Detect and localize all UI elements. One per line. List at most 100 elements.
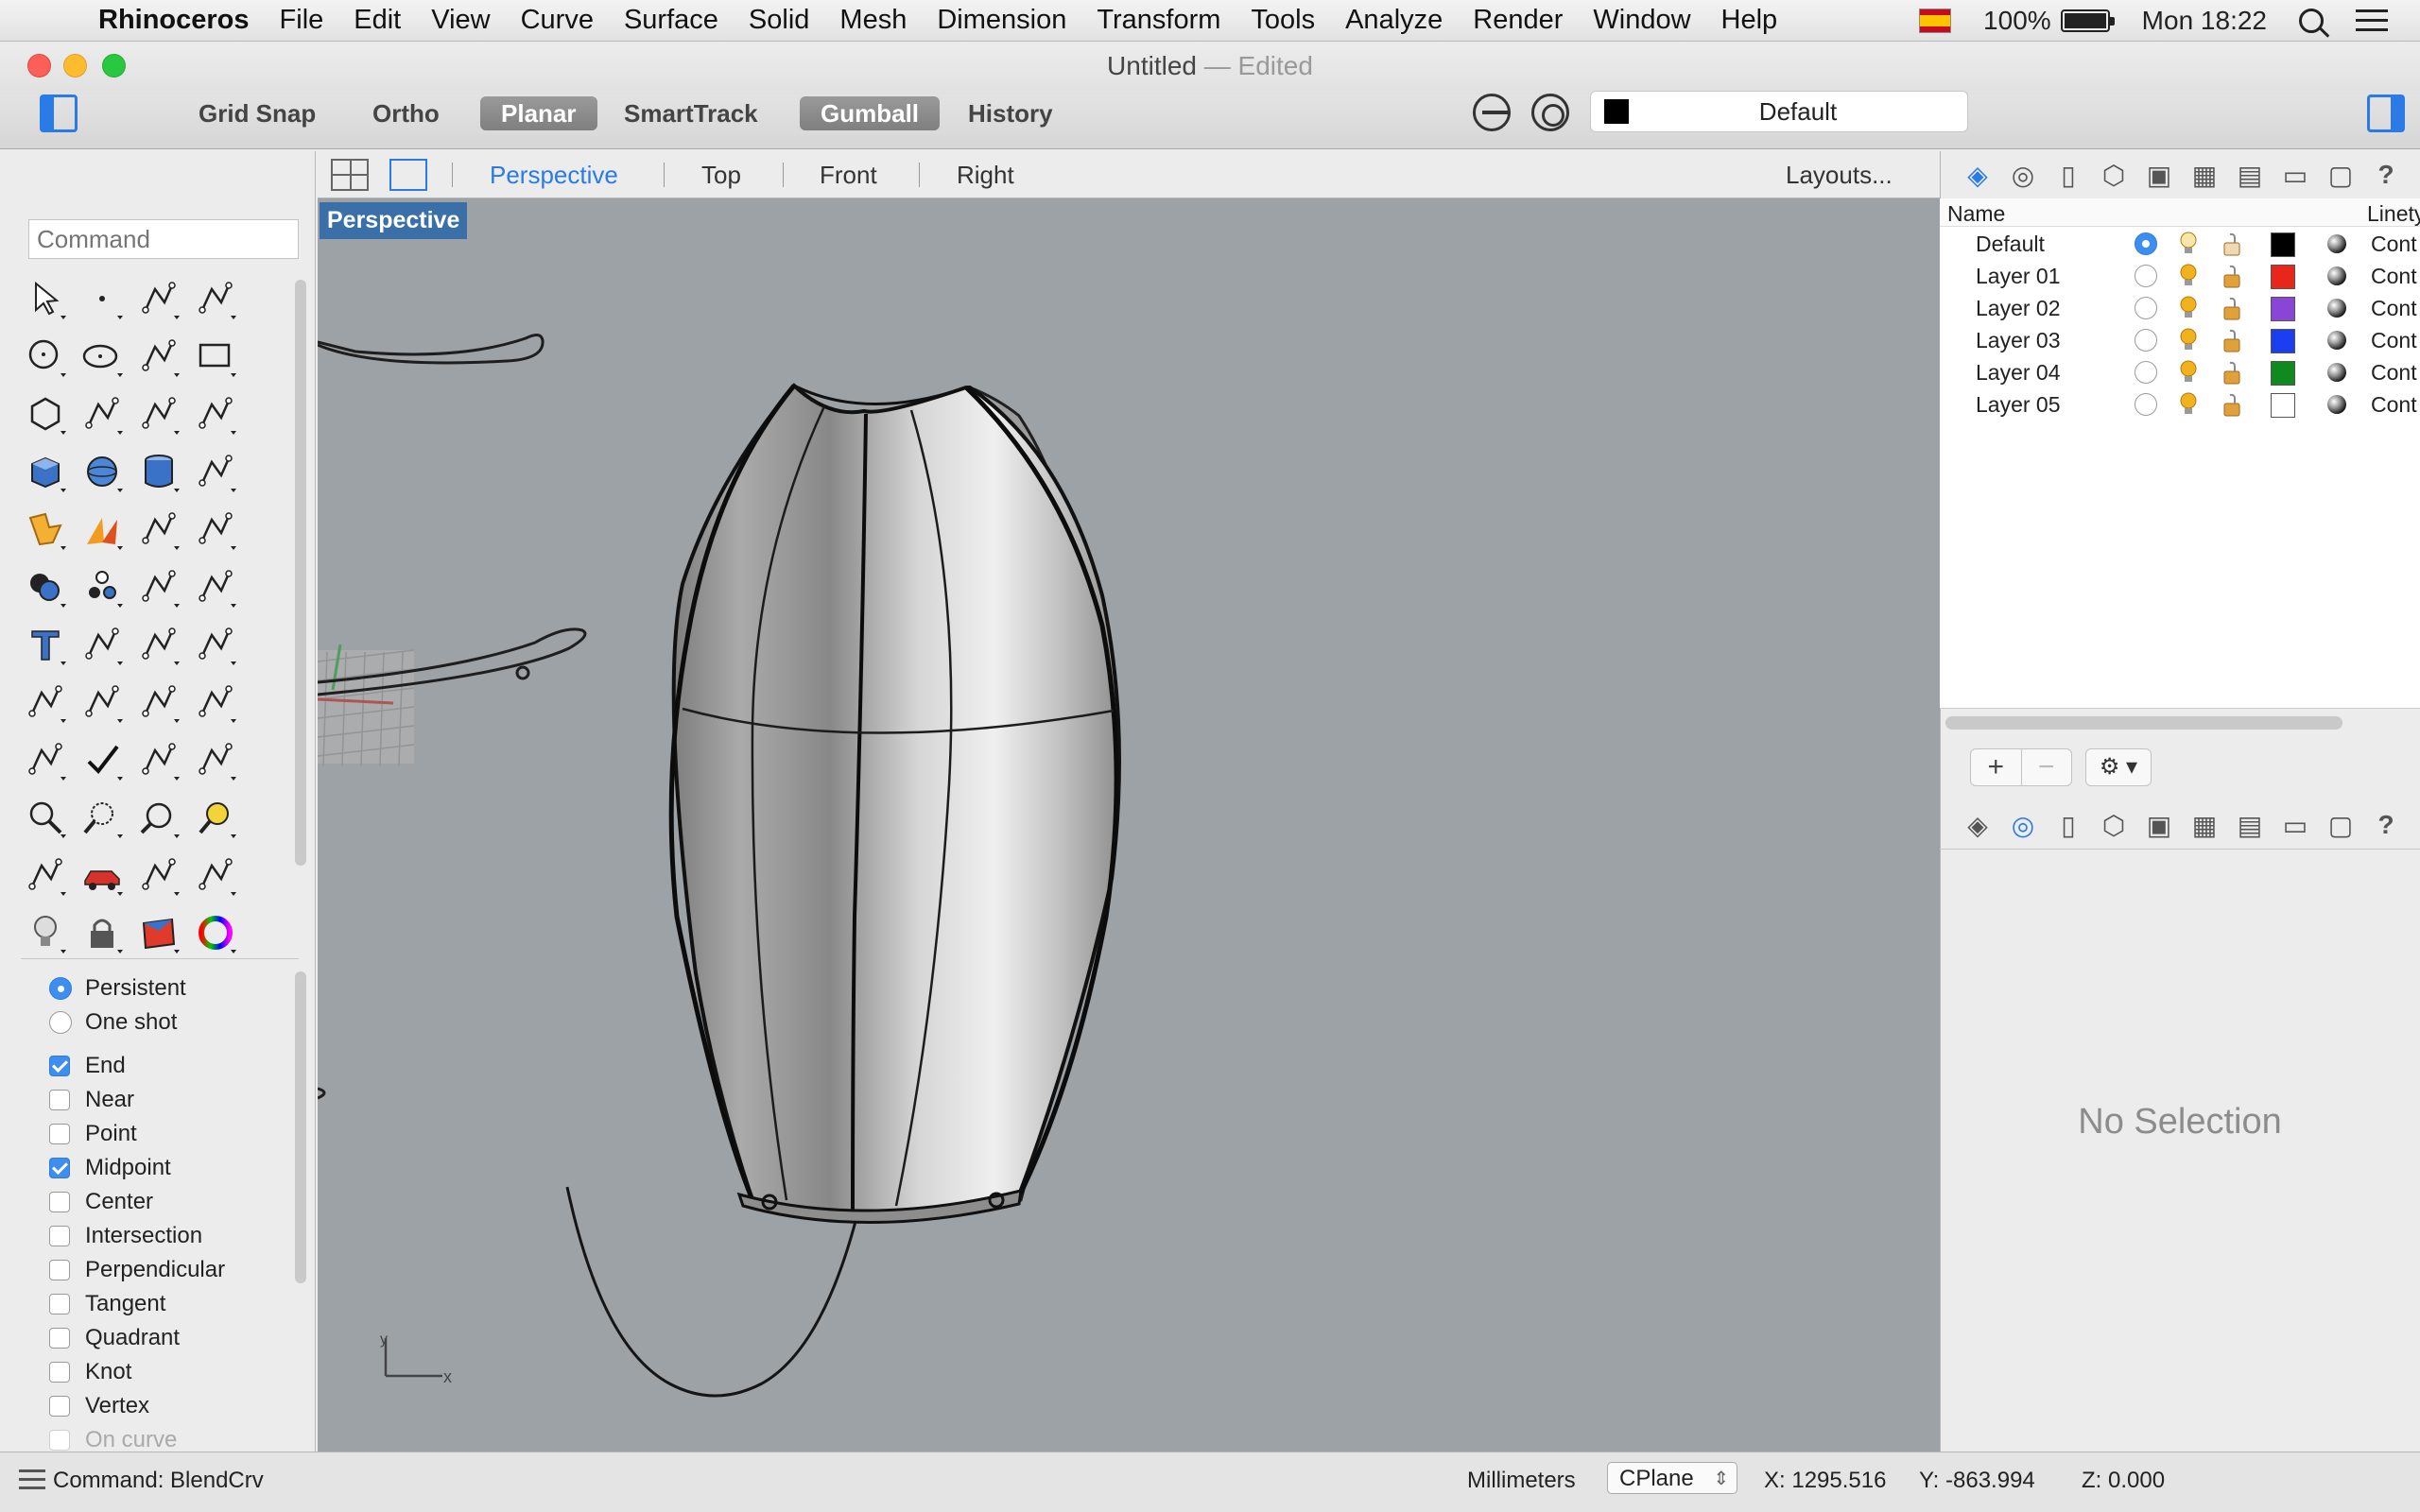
menu-rhinoceros[interactable]: Rhinoceros xyxy=(78,5,265,36)
join-icon[interactable] xyxy=(191,505,240,554)
left-sidebar-toggle-icon[interactable] xyxy=(40,94,78,132)
zoom-extents-icon[interactable] xyxy=(134,793,183,842)
box-icon[interactable] xyxy=(21,447,70,496)
osnap-knot[interactable]: Knot xyxy=(49,1355,304,1389)
light-bulb-icon[interactable] xyxy=(21,908,70,957)
osnap-midpoint[interactable]: Midpoint xyxy=(49,1151,304,1185)
layer-color-swatch[interactable] xyxy=(2271,297,2295,321)
menu-dimension[interactable]: Dimension xyxy=(922,5,1081,36)
clock[interactable]: Mon 18:22 xyxy=(2142,6,2267,36)
tab-perspective[interactable]: Perspective xyxy=(490,161,618,190)
move-icon[interactable] xyxy=(78,620,127,669)
rectangle-icon[interactable] xyxy=(191,332,240,381)
display-tab-icon[interactable]: ▢ xyxy=(2318,156,2363,194)
layer-color-swatch[interactable] xyxy=(2271,329,2295,353)
fillet-curve-icon[interactable] xyxy=(78,389,127,438)
units-display[interactable]: Millimeters xyxy=(1467,1468,1576,1494)
layer-material-icon[interactable] xyxy=(2327,363,2346,382)
light-bulb-icon[interactable] xyxy=(2178,359,2199,386)
command-history[interactable]: Command: BlendCrv xyxy=(53,1468,264,1494)
lock-icon[interactable] xyxy=(2221,329,2242,353)
zoom-target-icon[interactable] xyxy=(191,793,240,842)
offset-icon[interactable] xyxy=(191,562,240,611)
lock-icon[interactable] xyxy=(2221,297,2242,321)
notes-tab-icon[interactable]: ▯ xyxy=(2046,806,2091,844)
split-icon[interactable] xyxy=(78,505,127,554)
layer-row[interactable]: Default Cont xyxy=(1940,227,2420,259)
text-icon[interactable] xyxy=(21,620,70,669)
layer-linetype[interactable]: Cont xyxy=(2371,328,2417,353)
osnap-vertex[interactable]: Vertex xyxy=(49,1389,304,1423)
current-layer-radio[interactable] xyxy=(2135,297,2157,319)
menu-solid[interactable]: Solid xyxy=(734,5,825,36)
light-bulb-icon[interactable] xyxy=(2178,295,2199,321)
radio-button[interactable] xyxy=(49,1011,72,1034)
osnap-target-icon[interactable] xyxy=(1531,94,1569,131)
layer-material-icon[interactable] xyxy=(2327,299,2346,318)
menu-help[interactable]: Help xyxy=(1706,5,1793,36)
column-name[interactable]: Name xyxy=(1947,201,2005,227)
select-arrow-icon[interactable] xyxy=(21,274,70,323)
layer-name[interactable]: Layer 03 xyxy=(1976,328,2061,353)
layer-name[interactable]: Layer 01 xyxy=(1976,264,2061,289)
menu-view[interactable]: View xyxy=(416,5,505,36)
object-tab-icon[interactable]: ⬡ xyxy=(2091,156,2136,194)
properties-tab-icon[interactable]: ◎ xyxy=(2000,806,2046,844)
lock-icon[interactable] xyxy=(2221,265,2242,289)
layers-horizontal-scrollbar[interactable] xyxy=(1945,716,2342,730)
menu-file[interactable]: File xyxy=(265,5,339,36)
color-wheel-icon[interactable] xyxy=(191,908,240,957)
light-bulb-icon[interactable] xyxy=(2178,327,2199,353)
layer-row[interactable]: Layer 03 Cont xyxy=(1940,323,2420,355)
checkbox[interactable] xyxy=(49,1328,70,1349)
remove-layer-button[interactable]: − xyxy=(2020,749,2072,785)
grid-tab-icon[interactable]: ▦ xyxy=(2182,806,2227,844)
layer-color-swatch[interactable] xyxy=(2271,265,2295,289)
display-tab-icon[interactable]: ▢ xyxy=(2318,806,2363,844)
smarttrack-button[interactable]: SmartTrack xyxy=(614,96,768,130)
lock-icon[interactable] xyxy=(2221,361,2242,386)
menu-edit[interactable]: Edit xyxy=(338,5,416,36)
tab-right[interactable]: Right xyxy=(957,161,1014,190)
column-linetype[interactable]: Linety xyxy=(2367,201,2420,227)
polyline-icon[interactable] xyxy=(134,274,183,323)
tab-front[interactable]: Front xyxy=(820,161,877,190)
notification-center-icon[interactable] xyxy=(2356,9,2388,32)
add-layer-button[interactable]: + xyxy=(1971,749,2021,785)
lock-icon[interactable] xyxy=(78,908,127,957)
menu-surface[interactable]: Surface xyxy=(609,5,734,36)
scale-icon[interactable] xyxy=(191,620,240,669)
layer-linetype[interactable]: Cont xyxy=(2371,392,2417,418)
osnap-point[interactable]: Point xyxy=(49,1117,304,1151)
osnap-end[interactable]: End xyxy=(49,1049,304,1083)
osnap-tangent[interactable]: Tangent xyxy=(49,1287,304,1321)
surface-corners-icon[interactable] xyxy=(134,389,183,438)
layer-row[interactable]: Layer 01 Cont xyxy=(1940,259,2420,291)
osnap-perpendicular[interactable]: Perpendicular xyxy=(49,1253,304,1287)
boolean-icon[interactable] xyxy=(21,562,70,611)
named-views-tab-icon[interactable]: ▣ xyxy=(2136,156,2182,194)
current-layer-radio[interactable] xyxy=(2135,393,2157,416)
current-layer-radio[interactable] xyxy=(2135,361,2157,384)
current-layer-radio[interactable] xyxy=(2135,232,2157,255)
notes-tab-icon[interactable]: ▯ xyxy=(2046,156,2091,194)
rotate-icon[interactable] xyxy=(134,562,183,611)
checkbox[interactable] xyxy=(49,1430,70,1451)
sphere-icon[interactable] xyxy=(78,447,127,496)
single-view-layout-icon[interactable] xyxy=(389,159,427,191)
properties-icon[interactable] xyxy=(191,850,240,900)
menu-mesh[interactable]: Mesh xyxy=(824,5,922,36)
layer-row[interactable]: Layer 04 Cont xyxy=(1940,355,2420,387)
checkbox[interactable] xyxy=(49,1294,70,1314)
layer-linetype[interactable]: Cont xyxy=(2371,264,2417,289)
lock-icon[interactable] xyxy=(2221,393,2242,418)
osnap-center[interactable]: Center xyxy=(49,1185,304,1219)
vase-polysurface[interactable] xyxy=(668,383,1121,1224)
osnap-near[interactable]: Near xyxy=(49,1083,304,1117)
osnap-mode-one-shot[interactable]: One shot xyxy=(49,1005,304,1040)
layer-name[interactable]: Layer 05 xyxy=(1976,392,2061,418)
history-button[interactable]: History xyxy=(959,96,1063,130)
battery-icon[interactable] xyxy=(2060,9,2115,32)
layer-row[interactable]: Layer 02 Cont xyxy=(1940,291,2420,323)
cylinder-icon[interactable] xyxy=(134,447,183,496)
